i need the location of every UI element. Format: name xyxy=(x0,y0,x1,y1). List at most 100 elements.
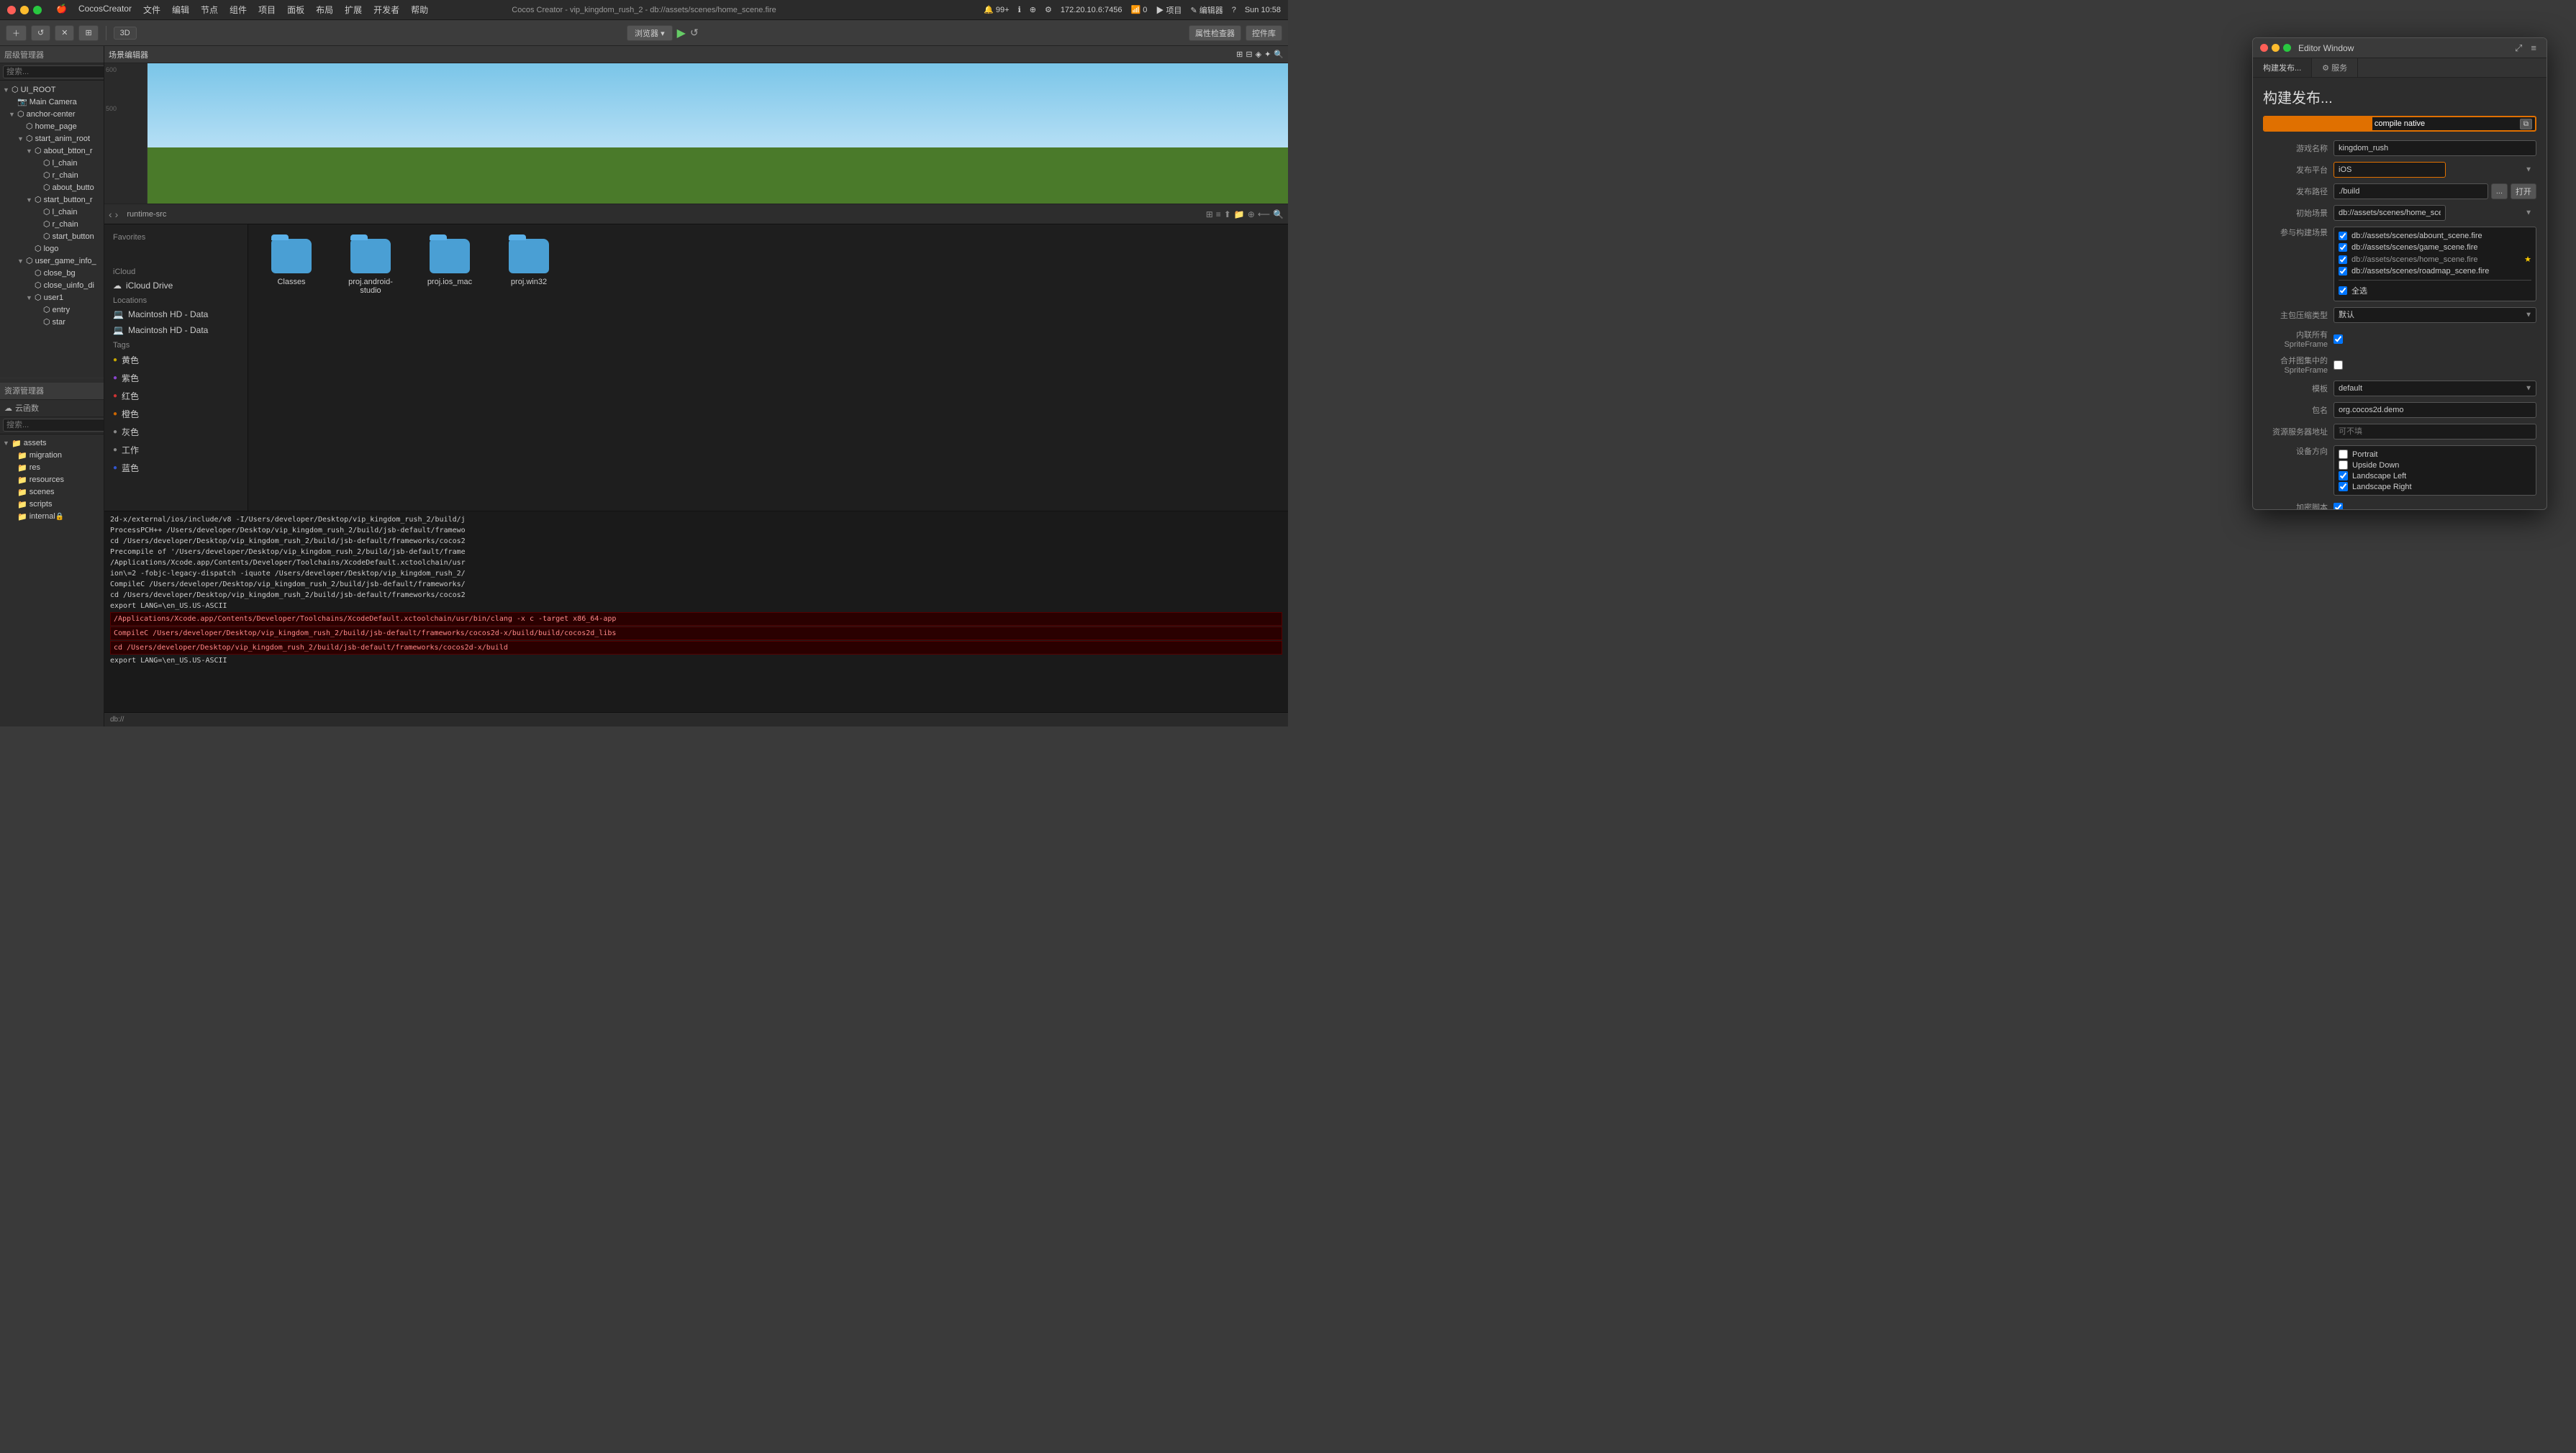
tree-node-about-btn-r[interactable]: ▼ ⬡ about_btton_r xyxy=(0,145,104,157)
fb-icloud-drive[interactable]: ☁ iCloud Drive xyxy=(104,278,248,293)
widget-btn[interactable]: 控件库 xyxy=(1246,25,1282,41)
fb-tag-work[interactable]: ● 工作 xyxy=(104,441,248,459)
menu-node[interactable]: 节点 xyxy=(201,4,218,16)
tree-node-star[interactable]: ⬡ star xyxy=(0,316,104,328)
tree-node-close-uinfo[interactable]: ⬡ close_uinfo_di xyxy=(0,279,104,291)
snap-btn[interactable]: ◈ xyxy=(1256,50,1261,59)
menu-layout[interactable]: 布局 xyxy=(316,4,333,16)
fb-view-grid-icon[interactable]: ⊞ xyxy=(1206,209,1213,219)
progress-copy-btn[interactable]: ⧉ xyxy=(2520,119,2532,129)
scene-canvas[interactable]: 600 500 xyxy=(104,63,1288,204)
initial-scene-input[interactable] xyxy=(2334,205,2446,221)
path-input[interactable] xyxy=(2334,183,2488,199)
tree-node-logo[interactable]: ⬡ logo xyxy=(0,242,104,255)
ew-tab-build[interactable]: 构建发布... xyxy=(2253,58,2312,77)
search-scene-icon[interactable]: 🔍 xyxy=(1274,50,1284,59)
compress-select[interactable]: 默认 xyxy=(2334,307,2536,323)
select-all-input[interactable] xyxy=(2339,286,2347,295)
tree-node-start-anim-root[interactable]: ▼ ⬡ start_anim_root xyxy=(0,132,104,145)
fb-search-icon[interactable]: 🔍 xyxy=(1273,209,1284,219)
tree-node-entry[interactable]: ⬡ entry xyxy=(0,304,104,316)
orientation-upside-down-check[interactable] xyxy=(2339,460,2348,470)
asset-node-scripts[interactable]: 📁 scripts xyxy=(0,498,104,511)
fb-tag-yellow[interactable]: ● 黄色 xyxy=(104,351,248,369)
fb-tag-orange[interactable]: ● 橙色 xyxy=(104,405,248,423)
asset-node-resources[interactable]: 📁 resources xyxy=(0,474,104,486)
3d-toggle[interactable]: 3D xyxy=(114,27,137,40)
fb-folder-ios-mac[interactable]: proj.ios_mac xyxy=(421,239,479,295)
tree-node-ui-root[interactable]: ▼ ⬡ UI_ROOT xyxy=(0,83,104,96)
tree-node-l-chain-1[interactable]: ⬡ l_chain xyxy=(0,157,104,169)
platform-input[interactable] xyxy=(2334,162,2446,178)
server-input[interactable] xyxy=(2334,424,2536,439)
layout-btn[interactable]: ⊞ xyxy=(78,25,98,41)
menu-edit[interactable]: 编辑 xyxy=(172,4,189,16)
reload-btn[interactable]: ↺ xyxy=(690,27,699,39)
fb-folder-icon[interactable]: 📁 xyxy=(1234,209,1245,219)
fb-tag-red[interactable]: ● 红色 xyxy=(104,387,248,405)
asset-node-assets[interactable]: ▼ 📁 assets xyxy=(0,437,104,450)
inline-sprite-check[interactable] xyxy=(2334,334,2343,344)
tree-node-anchor-center[interactable]: ▼ ⬡ anchor-center xyxy=(0,108,104,120)
fb-location-2[interactable]: 💻 Macintosh HD - Data xyxy=(104,322,248,338)
ew-maximize-dot[interactable] xyxy=(2283,44,2291,52)
menu-panel[interactable]: 面板 xyxy=(287,4,304,16)
scene-check-input-2[interactable] xyxy=(2339,243,2347,252)
asset-node-internal[interactable]: 📁 internal 🔒 xyxy=(0,511,104,523)
ew-minimize-dot[interactable] xyxy=(2272,44,2280,52)
menu-extension[interactable]: 扩展 xyxy=(345,4,362,16)
template-select[interactable]: default xyxy=(2334,381,2536,396)
close-btn[interactable]: ✕ xyxy=(55,25,74,41)
inspector-btn[interactable]: 属性检查器 xyxy=(1189,25,1241,41)
menu-apple[interactable]: 🍎 xyxy=(56,4,67,16)
path-dots-btn[interactable]: ... xyxy=(2491,183,2508,199)
asset-node-scenes[interactable]: 📁 scenes xyxy=(0,486,104,498)
fb-tag-purple[interactable]: ● 紫色 xyxy=(104,369,248,387)
fb-share-icon[interactable]: ⬆ xyxy=(1224,209,1231,219)
fb-folder-android[interactable]: proj.android-studio xyxy=(342,239,399,295)
browser-btn[interactable]: 浏览器 ▾ xyxy=(627,25,673,41)
tree-node-main-camera[interactable]: 📷 Main Camera xyxy=(0,96,104,108)
menu-cocos[interactable]: CocosCreator xyxy=(78,4,132,16)
asset-node-res[interactable]: 📁 res xyxy=(0,462,104,474)
grid-btn[interactable]: ⊞ xyxy=(1236,50,1243,59)
fb-tag-gray[interactable]: ● 灰色 xyxy=(104,423,248,441)
scene-check-input-1[interactable] xyxy=(2339,232,2347,240)
scene-check-input-3[interactable] xyxy=(2339,255,2347,264)
menu-help[interactable]: 帮助 xyxy=(411,4,428,16)
tree-node-user1[interactable]: ▼ ⬡ user1 xyxy=(0,291,104,304)
menu-developer[interactable]: 开发者 xyxy=(373,4,399,16)
fb-folder-win32[interactable]: proj.win32 xyxy=(500,239,558,295)
fb-tag-icon[interactable]: ⊕ xyxy=(1248,209,1255,219)
fb-folder-classes[interactable]: Classes xyxy=(263,239,320,295)
scene-check-input-4[interactable] xyxy=(2339,267,2347,275)
maximize-window-dot[interactable] xyxy=(33,6,42,14)
add-btn[interactable]: ＋ xyxy=(6,25,27,41)
tree-node-close-bg[interactable]: ⬡ close_bg xyxy=(0,267,104,279)
tree-node-r-chain-1[interactable]: ⬡ r_chain xyxy=(0,169,104,181)
tree-node-about-butto[interactable]: ⬡ about_butto xyxy=(0,181,104,193)
tree-node-l-chain-2[interactable]: ⬡ l_chain xyxy=(0,206,104,218)
ew-menu-btn[interactable]: ≡ xyxy=(2528,41,2539,55)
fb-location-1[interactable]: 💻 Macintosh HD - Data xyxy=(104,306,248,322)
merge-sprite-check[interactable] xyxy=(2334,360,2343,370)
orientation-landscape-left-check[interactable] xyxy=(2339,471,2348,480)
fb-action-icon[interactable]: ⟵ xyxy=(1258,209,1270,219)
path-open-btn[interactable]: 打开 xyxy=(2511,183,2536,199)
menu-file[interactable]: 文件 xyxy=(143,4,160,16)
tree-node-home-page[interactable]: ⬡ home_page xyxy=(0,120,104,132)
ew-tab-service[interactable]: ⚙ 服务 xyxy=(2312,58,2358,77)
menu-project[interactable]: 项目 xyxy=(258,4,276,16)
play-btn[interactable]: ▶ xyxy=(677,26,686,40)
hierarchy-search-input[interactable] xyxy=(3,65,104,78)
refresh-btn[interactable]: ↺ xyxy=(31,25,50,41)
project-btn[interactable]: ▶ 项目 xyxy=(1156,4,1182,16)
view-btn[interactable]: ⊟ xyxy=(1246,50,1252,59)
fb-view-list-icon[interactable]: ≡ xyxy=(1216,209,1221,219)
orientation-portrait-check[interactable] xyxy=(2339,450,2348,459)
bundle-input[interactable] xyxy=(2334,402,2536,418)
tree-node-user-game-info[interactable]: ▼ ⬡ user_game_info_ xyxy=(0,255,104,267)
fb-tag-blue[interactable]: ● 蓝色 xyxy=(104,459,248,477)
orientation-landscape-right-check[interactable] xyxy=(2339,482,2348,491)
transform-btn[interactable]: ✦ xyxy=(1264,50,1271,59)
